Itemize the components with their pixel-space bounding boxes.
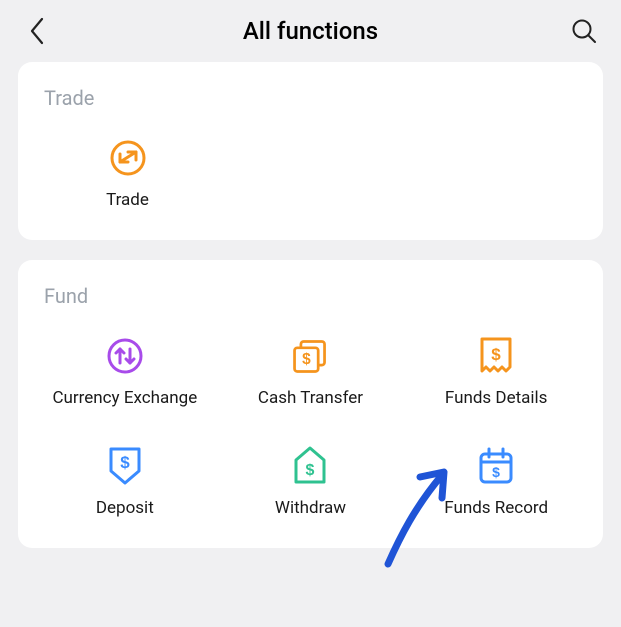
funds-record-icon: $	[476, 446, 516, 486]
svg-text:$: $	[492, 464, 500, 480]
tile-label: Deposit	[96, 498, 154, 518]
currency-exchange-icon	[105, 336, 145, 376]
tile-label: Funds Details	[445, 388, 548, 408]
trade-icon	[108, 138, 148, 178]
section-title-fund: Fund	[36, 284, 585, 308]
tile-trade[interactable]: Trade	[36, 138, 219, 210]
cash-transfer-icon: $	[290, 336, 330, 376]
back-button[interactable]	[22, 16, 52, 46]
tile-label: Trade	[106, 190, 149, 210]
withdraw-icon: $	[290, 446, 330, 486]
svg-text:$: $	[120, 453, 130, 472]
tile-label: Cash Transfer	[258, 388, 363, 408]
chevron-left-icon	[29, 17, 45, 45]
search-icon	[571, 18, 597, 44]
tile-currency-exchange[interactable]: Currency Exchange	[36, 336, 214, 408]
search-button[interactable]	[569, 16, 599, 46]
tile-deposit[interactable]: $ Deposit	[36, 446, 214, 518]
tile-label: Funds Record	[444, 498, 548, 518]
section-fund: Fund Currency Exchange	[18, 260, 603, 548]
tile-cash-transfer[interactable]: $ Cash Transfer	[222, 336, 400, 408]
funds-details-icon: $	[476, 336, 516, 376]
svg-text:$: $	[303, 351, 312, 368]
tile-funds-details[interactable]: $ Funds Details	[407, 336, 585, 408]
tile-label: Withdraw	[275, 498, 346, 518]
tile-withdraw[interactable]: $ Withdraw	[222, 446, 400, 518]
tile-label: Currency Exchange	[52, 388, 197, 408]
tile-funds-record[interactable]: $ Funds Record	[407, 446, 585, 518]
page-title: All functions	[243, 17, 378, 45]
section-trade: Trade Trade	[18, 62, 603, 240]
svg-text:$: $	[491, 345, 501, 364]
section-title-trade: Trade	[36, 86, 585, 110]
svg-text:$: $	[306, 462, 315, 479]
header: All functions	[0, 0, 621, 62]
content: Trade Trade Fund	[0, 62, 621, 548]
deposit-icon: $	[105, 446, 145, 486]
